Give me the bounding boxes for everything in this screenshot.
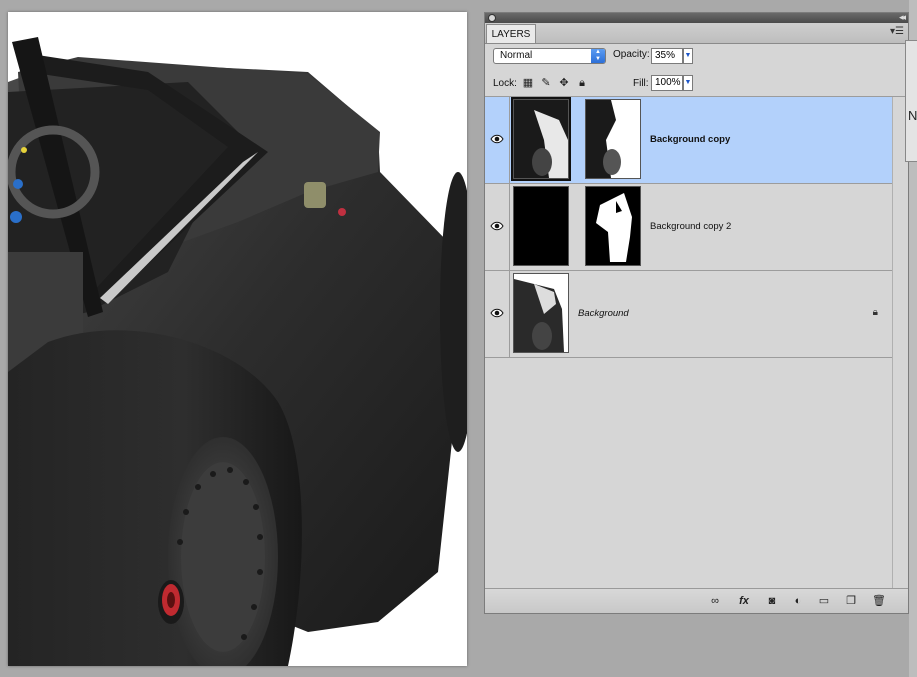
layer-thumbnail[interactable] — [511, 97, 571, 181]
scrollbar[interactable] — [892, 97, 908, 592]
tab-layers[interactable]: LAYERS — [486, 24, 536, 43]
fill-dropdown-icon[interactable]: ▼ — [683, 75, 693, 91]
fx-icon[interactable]: fx — [736, 593, 752, 609]
layer-thumbnail[interactable] — [513, 273, 569, 353]
fill-label: Fill: — [633, 78, 649, 89]
document-canvas[interactable] — [8, 12, 467, 666]
opacity-label: Opacity: — [613, 49, 650, 60]
opacity-input[interactable]: 35% — [651, 48, 683, 64]
layer-row[interactable]: Background 🔒︎ — [485, 271, 892, 358]
lock-row: Lock: ▦ ✎ ✥ 🔒︎ Fill: 100% ▼ — [485, 72, 908, 97]
eye-icon[interactable] — [490, 134, 504, 144]
dock-label: N — [908, 108, 917, 123]
layer-row[interactable]: Background copy 2 — [485, 184, 892, 271]
layer-name[interactable]: Background copy 2 — [650, 221, 731, 232]
layers-list: Background copy Background copy 2 Backgr… — [485, 97, 892, 358]
panel-footer: ∞ fx ◙ ◐ ▭ ❐ 🗑︎ — [485, 588, 908, 613]
dock-panel[interactable] — [905, 40, 917, 162]
blend-row: Normal ▲ ▼ Opacity: 35% ▼ — [485, 44, 908, 70]
lock-all-icon[interactable]: 🔒︎ — [576, 77, 588, 89]
layers-panel: ◂◂ LAYERS ▾☰ Normal ▲ ▼ Opacity: 35% ▼ Lo… — [484, 12, 909, 614]
collapse-icon[interactable]: ◂◂ — [899, 12, 906, 23]
blend-mode-value: Normal — [500, 50, 533, 61]
panel-tabbar: LAYERS ▾☰ — [485, 23, 908, 44]
new-group-icon[interactable]: ▭ — [816, 593, 832, 609]
layer-thumbnail[interactable] — [513, 186, 569, 266]
lock-icon: 🔒︎ — [872, 307, 878, 318]
blend-mode-select[interactable]: Normal ▲ ▼ — [493, 48, 606, 64]
layer-mask-thumbnail[interactable] — [585, 186, 641, 266]
close-icon[interactable] — [488, 14, 496, 22]
lock-image-pixels-icon[interactable]: ✎ — [540, 77, 552, 89]
add-mask-icon[interactable]: ◙ — [764, 593, 780, 609]
new-layer-icon[interactable]: ❐ — [843, 593, 859, 609]
car-render-image — [8, 37, 467, 666]
chevron-updown-icon[interactable]: ▲ ▼ — [591, 49, 605, 63]
lock-label: Lock: — [493, 78, 517, 89]
fill-input[interactable]: 100% — [651, 75, 683, 91]
layer-row[interactable]: Background copy — [485, 97, 892, 184]
adjustment-layer-icon[interactable]: ◐ — [790, 593, 806, 609]
opacity-dropdown-icon[interactable]: ▼ — [683, 48, 693, 64]
visibility-toggle[interactable] — [485, 271, 510, 357]
trash-icon[interactable]: 🗑︎ — [871, 593, 887, 609]
layer-name[interactable]: Background — [578, 308, 629, 319]
eye-icon[interactable] — [490, 221, 504, 231]
layer-mask-thumbnail[interactable] — [585, 99, 641, 179]
lock-transparency-icon[interactable]: ▦ — [522, 77, 534, 89]
panel-menu-icon[interactable]: ▾☰ — [890, 26, 904, 37]
lock-position-icon[interactable]: ✥ — [558, 77, 570, 89]
eye-icon[interactable] — [490, 308, 504, 318]
link-layers-icon[interactable]: ∞ — [707, 593, 723, 609]
layer-name[interactable]: Background copy — [650, 134, 730, 145]
visibility-toggle[interactable] — [485, 184, 510, 270]
panel-titlebar[interactable]: ◂◂ — [485, 12, 908, 23]
visibility-toggle[interactable] — [485, 97, 510, 183]
